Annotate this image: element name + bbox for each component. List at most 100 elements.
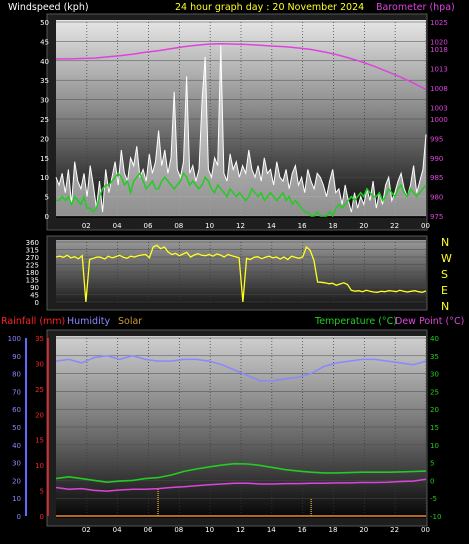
direction-y-tick-90: 90: [30, 284, 39, 292]
solar-axis-label: Solar: [118, 316, 142, 327]
compass-e: E: [441, 284, 448, 297]
direction-y-tick-135: 135: [26, 277, 39, 285]
temp-x-axis: 02 04 06 08 10 12 14 16 18 20 22 00: [82, 526, 430, 534]
humidity-y-tick-50: 50: [12, 424, 21, 432]
wind-y-tick-30: 30: [40, 97, 49, 105]
compass-n-top: N: [441, 236, 449, 249]
barometer-y-tick-975: 975: [430, 213, 443, 221]
direction-y-tick-225: 225: [26, 262, 39, 270]
barometer-y-axis: 975 980 985 990 995 1000 1003 1008 1013 10181020 1…: [430, 19, 448, 221]
wind-x-tick-16: 16: [298, 222, 307, 230]
barometer-y-tick-1013: 1013: [430, 66, 448, 74]
wind-x-tick-00: 00: [421, 222, 430, 230]
temp-x-tick-18: 18: [329, 526, 338, 534]
temp-x-tick-10: 10: [205, 526, 214, 534]
humidity-y-axis: 0 10 20 30 40 50 60 70 80 90 100: [8, 335, 21, 521]
rainfall-y-tick-10: 10: [35, 462, 44, 470]
wind-x-tick-02: 02: [82, 222, 91, 230]
temperature-y-tick-20: 20: [430, 406, 439, 414]
wind-y-tick-10: 10: [40, 174, 49, 182]
humidity-y-tick-60: 60: [12, 406, 21, 414]
humidity-y-tick-0: 0: [17, 513, 21, 521]
temperature-y-tick-25: 25: [430, 388, 439, 396]
temperature-y-tick--10: -10: [430, 513, 441, 521]
temperature-y-tick--5: -5: [430, 495, 437, 503]
humidity-y-tick-100: 100: [8, 335, 21, 343]
wind-y-tick-15: 15: [40, 155, 49, 163]
compass-labels: N W S E N: [441, 236, 452, 313]
humidity-y-tick-70: 70: [12, 388, 21, 396]
direction-y-tick-270: 270: [26, 254, 39, 262]
rainfall-y-tick-15: 15: [35, 437, 44, 445]
direction-y-tick-0: 0: [35, 299, 39, 307]
barometer-y-tick-1025: 1025: [430, 19, 448, 27]
wind-x-tick-14: 14: [267, 222, 276, 230]
barometer-y-tick-990: 990: [430, 155, 443, 163]
wind-x-tick-10: 10: [205, 222, 214, 230]
wind-y-tick-50: 50: [40, 19, 49, 27]
barometer-axis-label: Barometer (hpa): [376, 2, 455, 13]
wind-y-tick-20: 20: [40, 135, 49, 143]
direction-y-tick-45: 45: [30, 292, 39, 300]
temperature-y-tick-35: 35: [430, 353, 439, 361]
humidity-y-tick-40: 40: [12, 442, 21, 450]
wind-y-tick-35: 35: [40, 77, 49, 85]
wind-x-tick-12: 12: [236, 222, 245, 230]
temperature-y-tick-15: 15: [430, 424, 439, 432]
wind-y-tick-5: 5: [45, 194, 49, 202]
compass-n-bottom: N: [441, 300, 449, 313]
humidity-y-tick-30: 30: [12, 460, 21, 468]
humidity-y-tick-80: 80: [12, 371, 21, 379]
wind-x-tick-18: 18: [329, 222, 338, 230]
wind-x-tick-08: 08: [174, 222, 183, 230]
barometer-y-tick-995: 995: [430, 135, 443, 143]
temp-x-tick-06: 06: [144, 526, 153, 534]
humidity-axis-label: Humidity: [67, 316, 110, 327]
dewpoint-axis-label: Dew Point (°C): [395, 316, 464, 327]
barometer-y-tick-1000: 1000: [430, 116, 448, 124]
temperature-y-axis: -10 -5 0 5 10 15 20 25 30 35 40: [430, 335, 441, 521]
barometer-y-tick-1020: 1020: [430, 38, 448, 46]
wind-y-tick-0: 0: [45, 213, 49, 221]
rainfall-y-tick-5: 5: [40, 488, 44, 496]
windspeed-axis-label: Windspeed (kph): [8, 2, 89, 13]
compass-s: S: [441, 268, 448, 281]
graph-title: 24 hour graph day : 20 November 2024: [175, 2, 364, 13]
direction-y-tick-180: 180: [26, 269, 39, 277]
rainfall-y-tick-20: 20: [35, 411, 44, 419]
temp-x-tick-02: 02: [82, 526, 91, 534]
temp-x-tick-16: 16: [298, 526, 307, 534]
barometer-y-tick-1003: 1003: [430, 104, 448, 112]
humidity-y-tick-90: 90: [12, 353, 21, 361]
temperature-y-tick-40: 40: [430, 335, 439, 343]
wind-x-tick-06: 06: [144, 222, 153, 230]
wind-y-tick-45: 45: [40, 38, 49, 46]
barometer-y-tick-1018: 1018: [430, 46, 448, 54]
weather-graph-canvas: Windspeed (kph) 24 hour graph day : 20 N…: [1, 2, 464, 534]
temperature-y-tick-30: 30: [430, 371, 439, 379]
barometer-y-tick-1008: 1008: [430, 85, 448, 93]
direction-y-tick-360: 360: [26, 239, 39, 247]
wind-x-tick-04: 04: [113, 222, 122, 230]
temperature-y-tick-0: 0: [430, 477, 434, 485]
rainfall-y-tick-0: 0: [40, 513, 44, 521]
wind-y-tick-40: 40: [40, 58, 49, 66]
temperature-y-tick-10: 10: [430, 442, 439, 450]
humidity-y-tick-10: 10: [12, 495, 21, 503]
temp-x-tick-00: 00: [421, 526, 430, 534]
temperature-axis-label: Temperature (°C): [314, 316, 397, 327]
rainfall-y-axis: 0 5 10 15 20 25 30 35: [25, 335, 49, 521]
wind-x-tick-20: 20: [359, 222, 368, 230]
rainfall-axis-label: Rainfall (mm): [1, 316, 65, 327]
temp-x-tick-20: 20: [359, 526, 368, 534]
rainfall-y-tick-25: 25: [35, 386, 44, 394]
wind-x-tick-22: 22: [390, 222, 399, 230]
direction-y-axis: 04590135180225270315360: [26, 239, 39, 307]
temp-x-tick-12: 12: [236, 526, 245, 534]
rainfall-y-tick-30: 30: [35, 360, 44, 368]
temp-x-tick-08: 08: [174, 526, 183, 534]
compass-w: W: [441, 252, 452, 265]
temp-x-tick-22: 22: [390, 526, 399, 534]
temp-x-tick-14: 14: [267, 526, 276, 534]
humidity-y-tick-20: 20: [12, 477, 21, 485]
